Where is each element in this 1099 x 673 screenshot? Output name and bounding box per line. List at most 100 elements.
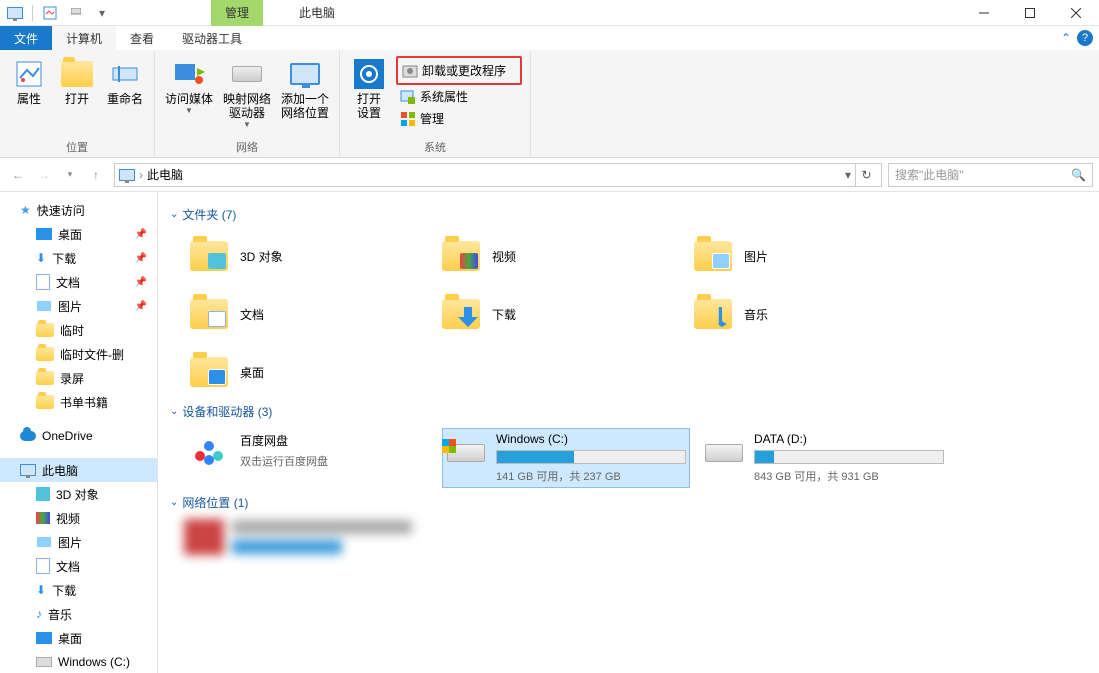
nav-up-button[interactable]: ↑ <box>84 163 108 187</box>
folder-documents[interactable]: 文档 <box>184 289 432 339</box>
quick-access-toolbar: ▾ <box>0 4 111 22</box>
folder-music[interactable]: 音乐 <box>688 289 936 339</box>
sidebar-item-desktop2[interactable]: 桌面 <box>0 626 157 650</box>
sidebar-item-desktop[interactable]: 桌面📌 <box>0 222 157 246</box>
navigation-sidebar: ★ 快速访问 桌面📌 ⬇下载📌 文档📌 图片📌 临时 临时文件-删 录屏 书单书… <box>0 192 158 673</box>
collapse-ribbon-icon[interactable]: ⌃ <box>1061 31 1071 45</box>
3dobjects-icon <box>36 487 50 501</box>
star-icon: ★ <box>20 203 31 217</box>
sidebar-item-downloads[interactable]: ⬇下载📌 <box>0 246 157 270</box>
map-network-drive-button[interactable]: 映射网络 驱动器 ▼ <box>221 54 273 129</box>
tab-file[interactable]: 文件 <box>0 26 52 50</box>
network-location-item-blurred[interactable] <box>184 519 1087 555</box>
section-folders-header[interactable]: ⌄ 文件夹 (7) <box>170 206 1087 223</box>
downloads-icon: ⬇ <box>36 583 46 597</box>
sidebar-item-videos[interactable]: 视频 <box>0 506 157 530</box>
drive-data-d[interactable]: DATA (D:) 843 GB 可用，共 931 GB <box>700 428 948 488</box>
qat-separator <box>32 5 33 21</box>
refresh-button[interactable]: ↻ <box>855 164 877 186</box>
section-devices-header[interactable]: ⌄ 设备和驱动器 (3) <box>170 403 1087 420</box>
ribbon: 属性 打开 重命名 位置 访问媒体 ▼ 映射网络 驱动器 ▼ <box>0 50 1099 158</box>
search-icon[interactable]: 🔍 <box>1071 168 1086 182</box>
chevron-down-icon: ⌄ <box>170 209 178 220</box>
ribbon-group-system: 打开 设置 卸载或更改程序 系统属性 管理 系统 <box>340 50 531 157</box>
sidebar-item-3dobjects[interactable]: 3D 对象 <box>0 482 157 506</box>
sidebar-item-books[interactable]: 书单书籍 <box>0 390 157 414</box>
system-properties-icon <box>400 89 416 105</box>
contextual-tab-manage[interactable]: 管理 <box>211 0 263 26</box>
sidebar-item-recording[interactable]: 录屏 <box>0 366 157 390</box>
sidebar-quick-access[interactable]: ★ 快速访问 <box>0 198 157 222</box>
nav-back-button[interactable]: ← <box>6 163 30 187</box>
open-button[interactable]: 打开 <box>56 54 98 106</box>
properties-button[interactable]: 属性 <box>8 54 50 106</box>
folder-icon <box>36 395 54 409</box>
tab-computer[interactable]: 计算机 <box>52 26 116 50</box>
drive-baidu[interactable]: 百度网盘 双击运行百度网盘 <box>184 428 432 488</box>
qat-dropdown-icon[interactable] <box>67 4 85 22</box>
sidebar-item-pictures[interactable]: 图片📌 <box>0 294 157 318</box>
add-network-location-button[interactable]: 添加一个 网络位置 <box>279 54 331 120</box>
qat-customize-icon[interactable]: ▾ <box>93 4 111 22</box>
baidu-icon <box>193 439 225 467</box>
folder-downloads[interactable]: 下载 <box>436 289 684 339</box>
folder-3dobjects[interactable]: 3D 对象 <box>184 231 432 281</box>
drive-d-capacity-bar <box>754 450 944 464</box>
pin-icon: 📌 <box>135 301 147 312</box>
address-thispc-icon <box>119 169 135 181</box>
address-bar[interactable]: › 此电脑 ▾ ↻ <box>114 163 882 187</box>
sidebar-this-pc[interactable]: 此电脑 <box>0 458 157 482</box>
sidebar-item-downloads2[interactable]: ⬇下载 <box>0 578 157 602</box>
help-icon[interactable]: ? <box>1077 30 1093 46</box>
section-network-header[interactable]: ⌄ 网络位置 (1) <box>170 494 1087 511</box>
nav-recent-dropdown[interactable]: ▾ <box>58 163 82 187</box>
tab-drive-tools[interactable]: 驱动器工具 <box>168 26 256 50</box>
sidebar-item-pictures2[interactable]: 图片 <box>0 530 157 554</box>
thispc-icon <box>20 464 36 476</box>
pin-icon: 📌 <box>135 277 147 288</box>
window-controls <box>961 0 1099 26</box>
folder-icon <box>36 347 54 361</box>
manage-icon <box>400 111 416 127</box>
folder-icon <box>36 371 54 385</box>
window-title: 此电脑 <box>283 0 351 25</box>
maximize-button[interactable] <box>1007 0 1053 26</box>
search-input[interactable] <box>895 168 1071 182</box>
manage-button[interactable]: 管理 <box>396 108 522 129</box>
sidebar-item-documents[interactable]: 文档📌 <box>0 270 157 294</box>
pictures-icon <box>36 300 52 312</box>
downloads-icon: ⬇ <box>36 251 46 265</box>
uninstall-icon <box>402 63 418 79</box>
sidebar-item-windows-c[interactable]: Windows (C:) <box>0 650 157 673</box>
sidebar-item-temp-del[interactable]: 临时文件-删 <box>0 342 157 366</box>
uninstall-or-change-button[interactable]: 卸载或更改程序 <box>396 56 522 85</box>
search-box[interactable]: 🔍 <box>888 163 1093 187</box>
pin-icon: 📌 <box>135 229 147 240</box>
open-settings-button[interactable]: 打开 设置 <box>348 54 390 120</box>
drive-windows-c[interactable]: Windows (C:) 141 GB 可用，共 237 GB <box>442 428 690 488</box>
sidebar-item-temp[interactable]: 临时 <box>0 318 157 342</box>
qat-properties-icon[interactable] <box>41 4 59 22</box>
folder-desktop[interactable]: 桌面 <box>184 347 432 397</box>
sidebar-item-music[interactable]: ♪音乐 <box>0 602 157 626</box>
nav-forward-button[interactable]: → <box>32 163 56 187</box>
folder-videos[interactable]: 视频 <box>436 231 684 281</box>
sidebar-item-documents2[interactable]: 文档 <box>0 554 157 578</box>
minimize-button[interactable] <box>961 0 1007 26</box>
sidebar-onedrive[interactable]: OneDrive <box>0 424 157 448</box>
breadcrumb-thispc[interactable]: 此电脑 <box>147 166 183 183</box>
system-properties-button[interactable]: 系统属性 <box>396 86 522 107</box>
ribbon-tabs: 文件 计算机 查看 驱动器工具 ⌃ ? <box>0 26 1099 50</box>
close-button[interactable] <box>1053 0 1099 26</box>
access-media-button[interactable]: 访问媒体 ▼ <box>163 54 215 115</box>
folder-pictures[interactable]: 图片 <box>688 231 936 281</box>
tab-view[interactable]: 查看 <box>116 26 168 50</box>
folder-icon <box>36 323 54 337</box>
rename-button[interactable]: 重命名 <box>104 54 146 106</box>
drive-d-icon <box>705 444 743 462</box>
address-dropdown-icon[interactable]: ▾ <box>845 168 851 182</box>
pictures-icon <box>36 536 52 548</box>
desktop-icon <box>36 632 52 644</box>
qat-thispc-icon[interactable] <box>6 4 24 22</box>
music-icon: ♪ <box>36 607 42 621</box>
